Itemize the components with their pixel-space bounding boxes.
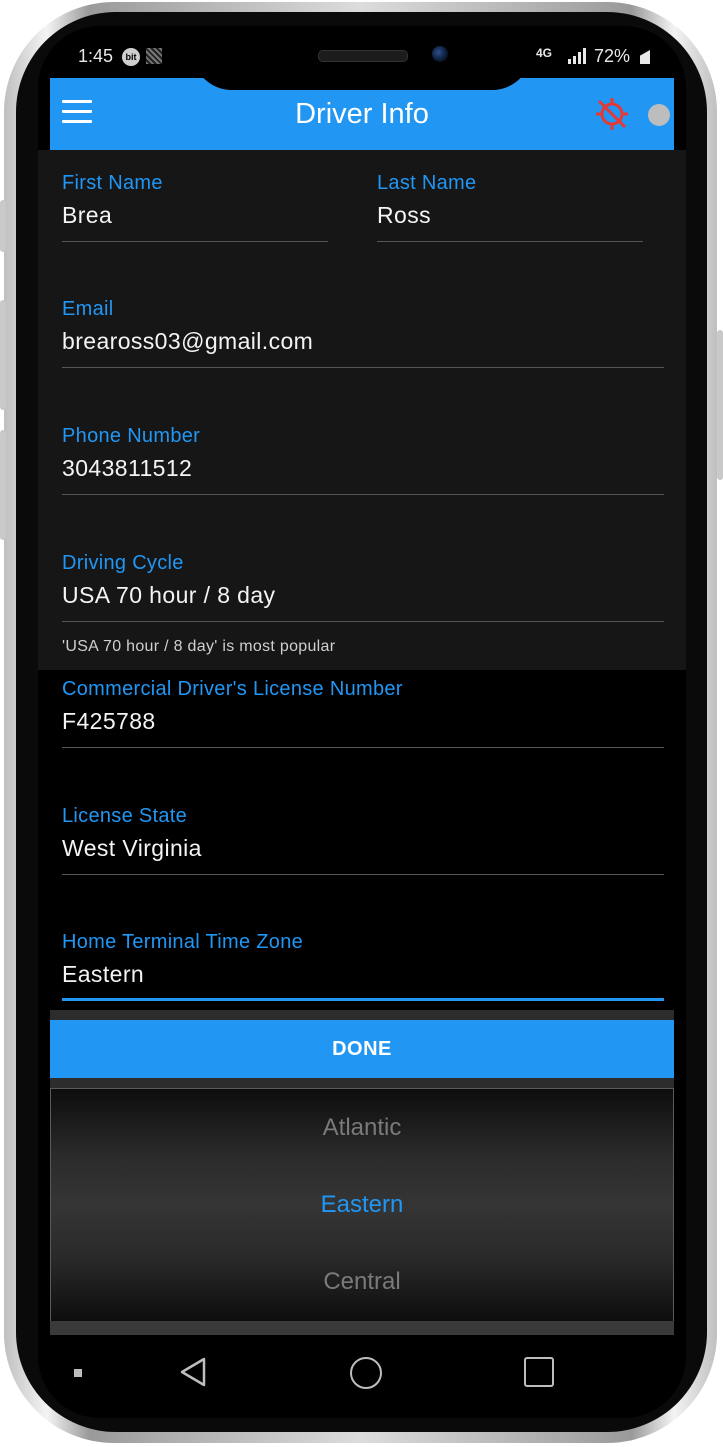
battery-level: 72% — [594, 46, 631, 66]
page-title: Driver Info — [295, 98, 429, 130]
keyboard-indicator-icon — [74, 1369, 82, 1377]
bitmoji-notification-icon: bit — [122, 48, 140, 66]
signal-icon — [568, 48, 586, 64]
email-value: breaross03@gmail.com — [62, 328, 314, 354]
time-zone-field[interactable]: Home Terminal Time Zone Eastern — [62, 931, 664, 1001]
speaker-grille — [318, 50, 408, 62]
first-name-field[interactable]: First Name Brea — [62, 172, 328, 242]
driving-cycle-value: USA 70 hour / 8 day — [62, 582, 276, 608]
driving-cycle-label: Driving Cycle — [62, 552, 184, 574]
volume-button — [0, 200, 6, 252]
first-name-label: First Name — [62, 172, 163, 194]
status-time: 1:45 — [78, 46, 114, 66]
license-state-value: West Virginia — [62, 835, 202, 861]
time-zone-label: Home Terminal Time Zone — [62, 931, 304, 953]
front-camera — [432, 46, 448, 62]
license-number-field[interactable]: Commercial Driver's License Number F4257… — [62, 678, 664, 748]
back-triangle-icon[interactable] — [178, 1357, 208, 1387]
phone-number-field[interactable]: Phone Number 3043811512 — [62, 425, 664, 495]
picker-footer — [50, 1321, 674, 1335]
phone-number-value: 3043811512 — [62, 455, 193, 481]
first-name-value: Brea — [62, 202, 113, 228]
picker-option-atlantic[interactable]: Atlantic — [51, 1114, 673, 1142]
email-label: Email — [62, 298, 114, 320]
volume-down-button — [0, 300, 6, 410]
picker-option-central[interactable]: Central — [51, 1268, 673, 1296]
license-state-label: License State — [62, 805, 188, 827]
phone-number-label: Phone Number — [62, 425, 201, 447]
last-name-value: Ross — [377, 202, 432, 228]
sync-status-dot-icon[interactable] — [648, 104, 670, 126]
power-button — [717, 330, 723, 480]
time-zone-value: Eastern — [62, 961, 145, 987]
license-number-value: F425788 — [62, 708, 156, 734]
qr-notification-icon — [146, 48, 162, 64]
battery-icon — [640, 50, 650, 64]
email-field[interactable]: Email breaross03@gmail.com — [62, 298, 664, 368]
license-number-label: Commercial Driver's License Number — [62, 678, 403, 700]
driving-cycle-helper-text: 'USA 70 hour / 8 day' is most popular — [62, 638, 336, 655]
done-button[interactable]: DONE — [50, 1020, 674, 1078]
recents-square-icon[interactable] — [524, 1357, 554, 1387]
notch — [192, 26, 532, 90]
time-zone-picker[interactable]: Atlantic Eastern Central — [50, 1088, 674, 1322]
last-name-label: Last Name — [377, 172, 477, 194]
license-state-field[interactable]: License State West Virginia — [62, 805, 664, 875]
system-nav-bar — [38, 1335, 686, 1418]
last-name-field[interactable]: Last Name Ross — [377, 172, 643, 242]
screen: 1:45 bit 4G 72% Driver Info First Name B… — [38, 26, 686, 1418]
picker-option-eastern[interactable]: Eastern — [51, 1191, 673, 1219]
bixby-button — [0, 430, 6, 540]
home-circle-icon[interactable] — [350, 1357, 382, 1389]
network-type: 4G — [536, 46, 553, 60]
driving-cycle-field[interactable]: Driving Cycle USA 70 hour / 8 day — [62, 552, 664, 622]
gps-off-icon[interactable] — [594, 96, 630, 132]
